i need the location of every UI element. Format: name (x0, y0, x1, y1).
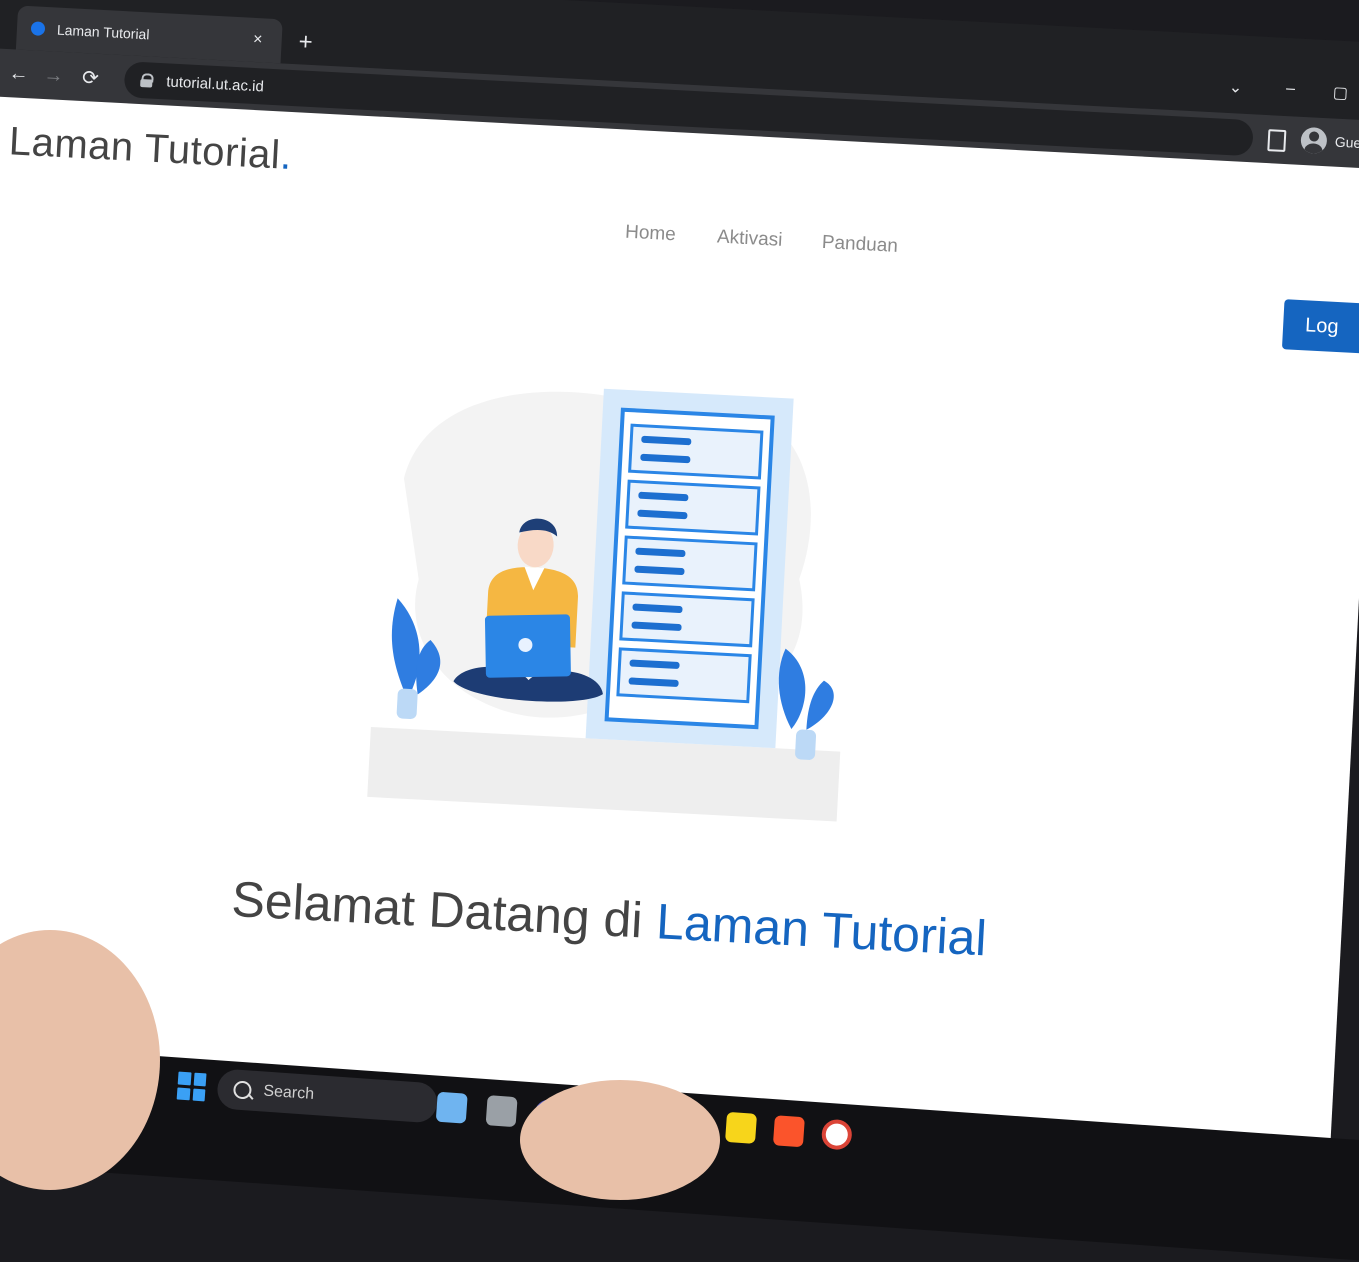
new-tab-button[interactable]: + (291, 28, 320, 57)
windows-start-icon[interactable] (176, 1071, 207, 1102)
widgets-icon[interactable] (435, 1091, 468, 1124)
side-panel-icon[interactable] (1267, 129, 1287, 153)
nav-home[interactable]: Home (625, 222, 677, 247)
reload-icon[interactable]: ⟳ (76, 63, 105, 92)
nav-panduan[interactable]: Panduan (821, 232, 898, 258)
profile-label: Guest (1334, 133, 1359, 152)
hero-illustration (367, 388, 841, 822)
right-hand (520, 1080, 720, 1200)
forward-icon[interactable]: → (39, 61, 68, 90)
browser-window: Laman Tutorial × + ⌄ – ▢ ← → ⟳ tutorial.… (0, 0, 1359, 1208)
maximize-icon[interactable]: ▢ (1325, 82, 1356, 104)
sticky-notes-icon[interactable] (725, 1111, 758, 1144)
nav-aktivasi[interactable]: Aktivasi (716, 226, 782, 251)
site-logo[interactable]: Laman Tutorial. (8, 119, 293, 179)
minimize-icon[interactable]: – (1275, 79, 1306, 99)
chrome-icon[interactable] (820, 1118, 853, 1151)
profile-button[interactable]: Guest (1300, 126, 1359, 157)
back-icon[interactable]: ← (4, 59, 33, 88)
login-button[interactable]: Log (1281, 299, 1359, 355)
welcome-headline: Selamat Datang di Laman Tutorial (230, 870, 988, 967)
profile-avatar-icon (1300, 126, 1328, 155)
web-page: Laman Tutorial. Home Aktivasi Panduan Lo… (0, 95, 1359, 1208)
laptop-screen: Laman Tutorial × + ⌄ – ▢ ← → ⟳ tutorial.… (0, 0, 1359, 1222)
address-text: tutorial.ut.ac.id (165, 72, 265, 95)
tab-title: Laman Tutorial (56, 21, 150, 43)
favicon-icon (30, 21, 46, 36)
headline-accent-text: Laman Tutorial (654, 893, 989, 967)
search-icon (232, 1080, 253, 1100)
task-view-icon[interactable] (485, 1095, 518, 1128)
close-tab-icon[interactable]: × (245, 27, 270, 52)
tab-search-icon[interactable]: ⌄ (1220, 77, 1251, 99)
site-logo-dot: . (279, 133, 294, 179)
brave-icon[interactable] (772, 1115, 805, 1148)
headline-text: Selamat Datang di (230, 870, 658, 950)
taskbar-search[interactable]: Search (216, 1068, 439, 1124)
lock-icon[interactable] (140, 73, 153, 88)
site-logo-text: Laman Tutorial (7, 119, 282, 178)
taskbar-search-label: Search (262, 1082, 315, 1104)
